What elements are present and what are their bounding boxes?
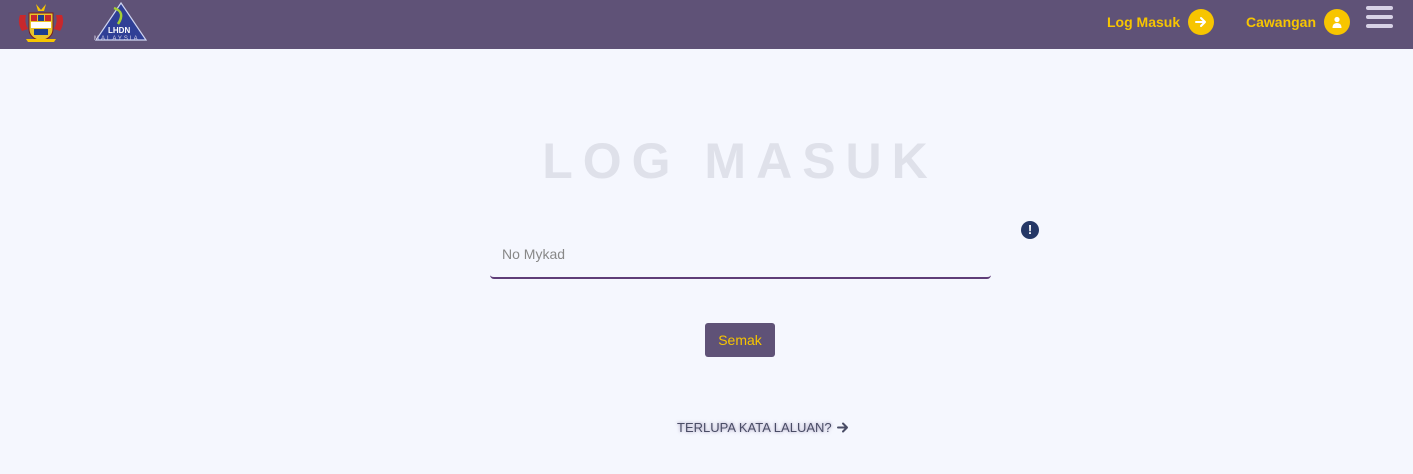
forgot-password-link[interactable]: TERLUPA KATA LALUAN? (677, 418, 849, 436)
login-nav-label: Log Masuk (1107, 14, 1181, 30)
branch-nav-label: Cawangan (1246, 14, 1317, 30)
info-icon[interactable]: ! (1021, 221, 1039, 239)
logo-text-lhdn: LHDN (108, 26, 131, 35)
page-title: LOG MASUK (542, 133, 938, 189)
coat-of-arms-logo[interactable] (14, 1, 68, 43)
arrow-right-icon (836, 422, 849, 433)
login-nav-link[interactable]: Log Masuk (1107, 9, 1215, 35)
lhdn-logo[interactable]: LHDN MALAYSIA (92, 2, 150, 44)
logo-text-malaysia: MALAYSIA (94, 36, 140, 42)
top-navbar: LHDN MALAYSIA Log Masuk Cawangan (0, 0, 1413, 49)
person-circle-icon (1324, 9, 1351, 35)
forgot-password-label: TERLUPA KATA LALUAN? (677, 419, 832, 435)
arrow-right-circle-icon (1188, 9, 1215, 35)
mykad-input[interactable] (490, 230, 991, 279)
hamburger-menu-icon[interactable] (1366, 6, 1394, 32)
branch-nav-link[interactable]: Cawangan (1246, 9, 1351, 35)
check-button[interactable]: Semak (705, 323, 775, 357)
